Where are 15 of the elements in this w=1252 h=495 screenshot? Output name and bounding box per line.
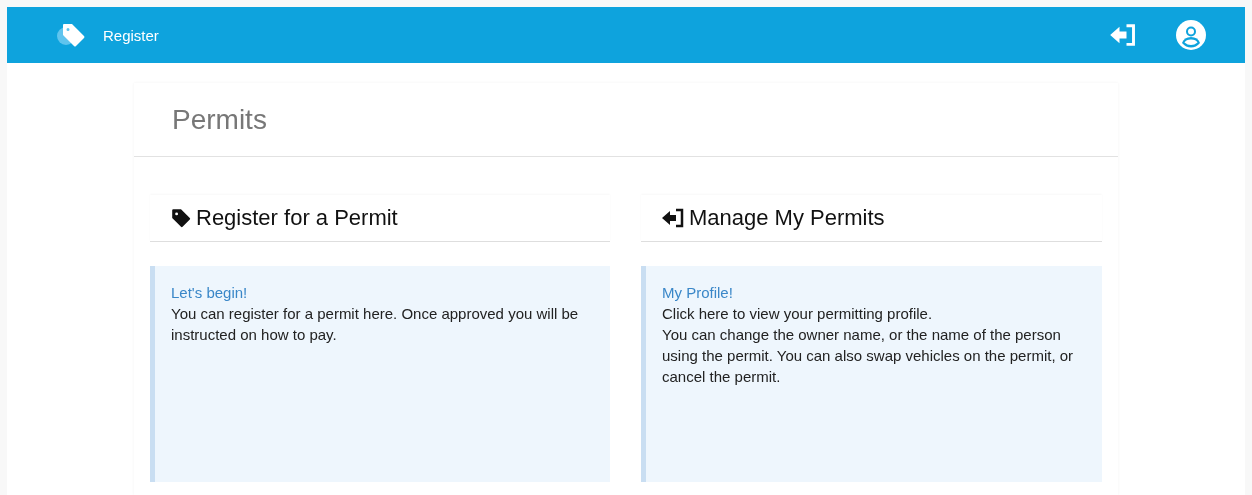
panel-title: Register for a Permit [196, 205, 398, 231]
panel-title: Manage My Permits [689, 205, 885, 231]
panel-text: You can register for a permit here. Once approved you will be instructed on how to pay. [171, 304, 580, 345]
sign-in-icon [661, 206, 685, 230]
sign-in-icon [1109, 21, 1137, 49]
profile-button[interactable] [1175, 19, 1207, 51]
panel-text: You can change the owner name, or the name of the person using the permit. You can also swap vehicles on the permit, or cancel the permit. [662, 325, 1075, 387]
panel-link[interactable]: My Profile! [662, 282, 733, 303]
panel-text: Click here to view your permitting profile. [662, 304, 934, 324]
tag-icon [170, 207, 192, 229]
brand-link[interactable]: Register [55, 21, 159, 49]
sign-in-button[interactable] [1109, 21, 1137, 49]
panel-link[interactable]: Let's begin! [171, 282, 248, 303]
user-icon [1175, 19, 1207, 51]
page-title: Permits [172, 103, 267, 136]
